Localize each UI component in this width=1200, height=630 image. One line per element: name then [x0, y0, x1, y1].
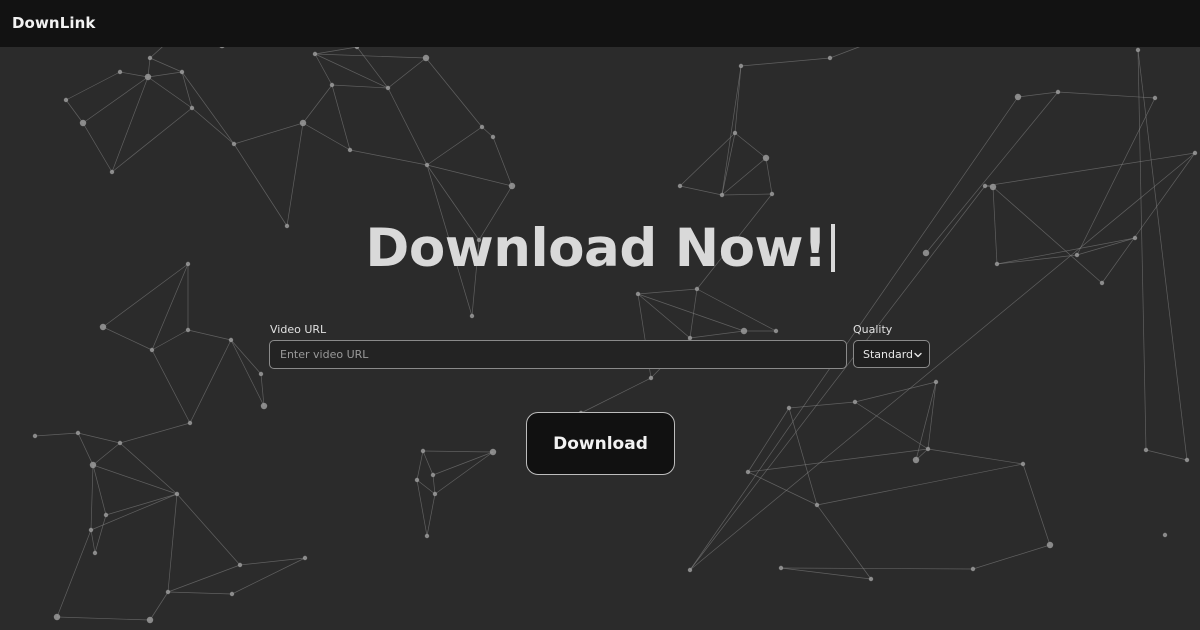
quality-select[interactable]: Standard — [853, 340, 930, 368]
quality-selected-value: Standard — [863, 347, 914, 361]
page-headline: Download Now! — [0, 214, 1200, 284]
main-content: Download Now! Video URL Quality Standard… — [0, 0, 1200, 630]
headline-text: Download Now! — [365, 218, 827, 279]
quality-label: Quality — [853, 323, 893, 336]
typing-caret — [830, 224, 835, 272]
navbar: DownLink — [0, 0, 1200, 47]
video-url-label: Video URL — [270, 323, 327, 336]
chevron-down-icon — [914, 352, 922, 358]
video-url-input[interactable] — [269, 340, 847, 369]
brand-logo[interactable]: DownLink — [12, 14, 95, 32]
download-button[interactable]: Download — [526, 412, 675, 475]
